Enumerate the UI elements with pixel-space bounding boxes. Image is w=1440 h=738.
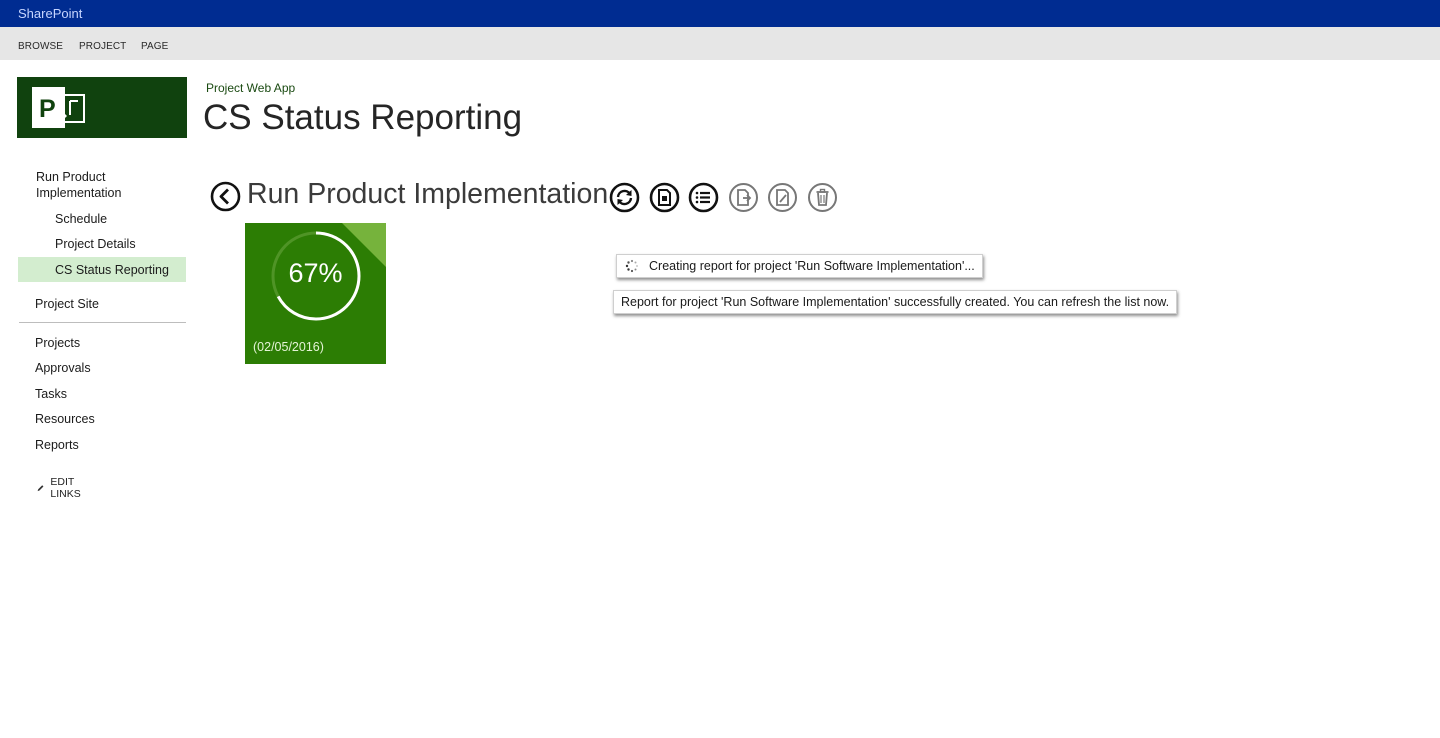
- nav-item-cs-status-reporting[interactable]: CS Status Reporting: [55, 262, 169, 278]
- edit-links-label: EDIT LINKS: [50, 476, 81, 500]
- nav-divider: [19, 322, 186, 323]
- edit-links-button[interactable]: EDIT LINKS: [37, 476, 85, 500]
- tile-percent: 67%: [288, 258, 343, 288]
- nav-item-project-details[interactable]: Project Details: [55, 236, 136, 252]
- nav-item-project-site[interactable]: Project Site: [35, 296, 99, 312]
- nav-item-projects[interactable]: Projects: [35, 335, 80, 351]
- edit-report-icon[interactable]: [767, 182, 798, 213]
- nav-project-title[interactable]: Run Product Implementation: [36, 169, 156, 201]
- tile-date: (02/05/2016): [253, 340, 324, 354]
- tab-browse[interactable]: BROWSE: [18, 41, 63, 52]
- spinner-icon: [625, 259, 638, 272]
- export-icon[interactable]: [728, 182, 759, 213]
- tab-project[interactable]: PROJECT: [79, 41, 126, 52]
- new-report-icon[interactable]: [649, 182, 680, 213]
- nav-item-resources[interactable]: Resources: [35, 411, 95, 427]
- report-created-notification: Report for project 'Run Software Impleme…: [613, 290, 1178, 314]
- nav-item-reports[interactable]: Reports: [35, 437, 79, 453]
- ribbon-bar: BROWSE PROJECT PAGE: [0, 27, 1440, 60]
- creating-report-text: Creating report for project 'Run Softwar…: [649, 259, 975, 273]
- project-logo-icon: P: [32, 87, 85, 128]
- svg-text:P: P: [39, 95, 56, 123]
- creating-report-notification: Creating report for project 'Run Softwar…: [616, 254, 983, 278]
- sharepoint-brand-link[interactable]: SharePoint: [18, 6, 82, 21]
- suite-bar: SharePoint: [0, 0, 1440, 27]
- page-heading: Run Product Implementation: [247, 178, 609, 210]
- tab-page[interactable]: PAGE: [141, 41, 168, 52]
- suite-link[interactable]: Project Web App: [206, 81, 295, 95]
- site-logo[interactable]: P: [17, 77, 187, 138]
- pencil-icon: [37, 485, 44, 492]
- report-created-text: Report for project 'Run Software Impleme…: [621, 295, 1170, 309]
- list-icon[interactable]: [688, 182, 719, 213]
- nav-item-tasks[interactable]: Tasks: [35, 386, 67, 402]
- nav-item-approvals[interactable]: Approvals: [35, 360, 91, 376]
- status-report-tile[interactable]: 67% (02/05/2016): [245, 223, 386, 364]
- nav-item-schedule[interactable]: Schedule: [55, 211, 107, 227]
- delete-icon[interactable]: [807, 182, 838, 213]
- back-arrow-icon[interactable]: [210, 181, 241, 212]
- refresh-icon[interactable]: [609, 182, 640, 213]
- site-title[interactable]: CS Status Reporting: [203, 98, 522, 138]
